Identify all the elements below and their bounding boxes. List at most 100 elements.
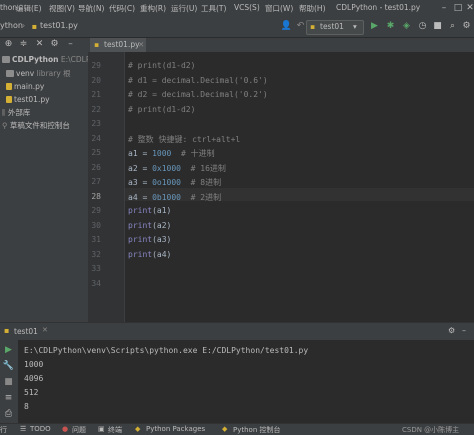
menu-edit[interactable]: 编辑(E) — [16, 3, 42, 14]
code-token: print — [128, 206, 153, 215]
code-line: print(a1) — [128, 206, 171, 215]
run-config-label: test01 — [320, 22, 344, 31]
stop-icon[interactable]: ■ — [2, 376, 15, 389]
close-tab-icon[interactable]: ✕ — [42, 326, 48, 334]
menu-refactor[interactable]: 重构(R) — [140, 3, 166, 14]
breadcrumb-file[interactable]: test01.py — [40, 21, 78, 30]
python-packages-toolwindow[interactable]: Python Packages — [146, 425, 205, 433]
code-token: print — [128, 221, 153, 230]
run-output[interactable]: E:\CDLPython\venv\Scripts\python.exe E:/… — [0, 340, 474, 424]
line-number: 29 — [91, 61, 101, 70]
code-line: # d2 = decimal.Decimal('0.2') — [128, 90, 268, 99]
window-title: CDLPython - test01.py — [336, 3, 421, 12]
line-number: 32 — [91, 250, 101, 259]
line-number: 22 — [91, 105, 101, 114]
output-line: 8 — [24, 402, 29, 411]
close-panel-icon[interactable]: ✕ — [33, 38, 46, 51]
line-number: 20 — [91, 76, 101, 85]
line-number: 29 — [91, 206, 101, 215]
menu-view[interactable]: 视图(V) — [49, 3, 75, 14]
menu-tools[interactable]: 工具(T) — [201, 3, 226, 14]
code-line: # print(d1-d2) — [128, 105, 196, 114]
coverage-icon[interactable]: ◈ — [400, 20, 413, 33]
menu-window[interactable]: 窗口(W) — [265, 3, 293, 14]
stop-icon[interactable]: ■ — [431, 20, 444, 33]
code-line: # d1 = decimal.Decimal('0.6') — [128, 76, 268, 85]
todo-toolwindow[interactable]: TODO — [30, 425, 51, 433]
wrench-icon[interactable]: 🔧 — [2, 360, 15, 373]
profile-icon[interactable]: ◷ — [416, 20, 429, 33]
menu-code[interactable]: 代码(C) — [109, 3, 135, 14]
run-icon[interactable]: ▶ — [368, 20, 381, 33]
minimize-panel-icon[interactable]: – — [462, 326, 466, 335]
rerun-icon[interactable]: ▶ — [2, 344, 15, 357]
gear-icon[interactable]: ⚙ — [48, 38, 61, 51]
console-icon: ◆ — [222, 425, 228, 433]
tab-label: test01.py — [104, 40, 140, 49]
code-token: (a3) — [152, 235, 172, 244]
tree-venv[interactable]: venv library 根 — [6, 68, 71, 80]
packages-icon: ◆ — [135, 425, 141, 433]
output-line: 4096 — [24, 374, 44, 383]
code-line: a1 = 1000 # 十进制 — [128, 148, 215, 159]
python-file-icon — [6, 96, 12, 103]
close-tab-icon[interactable]: ✕ — [138, 40, 144, 49]
run-config-select[interactable]: ▪ test01 ▾ — [306, 20, 364, 35]
menu-file[interactable]: thon — [0, 3, 17, 12]
debug-icon[interactable]: ✱ — [384, 20, 397, 33]
code-token: (a4) — [152, 250, 172, 259]
run-tab-label[interactable]: test01 — [14, 327, 38, 336]
minimize-panel-icon[interactable]: – — [64, 38, 77, 51]
search-icon[interactable]: ⌕ — [446, 20, 459, 33]
venv-tag: library 根 — [36, 69, 71, 78]
file-main-label: main.py — [14, 82, 45, 91]
line-number: 24 — [91, 134, 101, 143]
close-icon[interactable]: ✕ — [464, 2, 474, 14]
folder-icon — [6, 70, 14, 77]
code-token: print — [128, 250, 153, 259]
toolbar: ython › ▪ test01.py 👤 ↶ ▪ test01 ▾ ▶ ✱ ◈… — [0, 17, 474, 38]
project-toolbar: ⊕ ≑ ✕ ⚙ – — [0, 38, 88, 52]
collapse-icon[interactable]: ≑ — [17, 38, 30, 51]
maximize-icon[interactable]: □ — [452, 2, 464, 14]
line-number: 23 — [91, 119, 101, 128]
menu-navigate[interactable]: 导航(N) — [78, 3, 104, 14]
code-token: a3 = — [128, 178, 153, 187]
menu-help[interactable]: 帮助(H) — [299, 3, 326, 14]
line-number-current: 28 — [91, 192, 101, 201]
tree-scratches[interactable]: ⚲ 草稿文件和控制台 — [2, 120, 70, 132]
code-line: a2 = 0x1000 # 16进制 — [128, 163, 226, 174]
code-token: print — [128, 235, 153, 244]
code-line: # 整数 快捷键: ctrl+alt+l — [128, 135, 241, 144]
line-number: 25 — [91, 148, 101, 157]
tree-external-libs[interactable]: ⫼ 外部库 — [2, 107, 30, 119]
code-editor[interactable]: # print(d1-d2) # d1 = decimal.Decimal('0… — [125, 52, 474, 322]
print-icon[interactable]: ⎙ — [2, 408, 15, 421]
list-icon: ☰ — [20, 425, 27, 433]
scroll-lock-icon[interactable]: ≡ — [2, 392, 15, 405]
code-line: # print(d1-d2) — [128, 61, 196, 70]
tree-file-test01[interactable]: test01.py — [6, 94, 50, 106]
minimize-icon[interactable]: – — [438, 2, 450, 14]
locate-icon[interactable]: ⊕ — [2, 38, 15, 51]
code-line: print(a2) — [128, 221, 171, 230]
settings-icon[interactable]: ⚙ — [460, 20, 473, 33]
project-tree: CDLPython E:\CDLPython venv library 根 ma… — [0, 52, 112, 322]
terminal-icon: ▣ — [98, 425, 105, 433]
code-token: 1000 — [152, 149, 172, 158]
menu-vcs[interactable]: VCS(S) — [234, 3, 260, 12]
line-gutter: 29 20 21 22 23 24 25 26 27 28 29 30 31 3… — [88, 52, 125, 322]
breadcrumb-project[interactable]: ython — [0, 21, 23, 30]
gear-icon[interactable]: ⚙ — [448, 326, 455, 335]
tree-file-main[interactable]: main.py — [6, 81, 44, 93]
scratch-icon: ⚲ — [2, 121, 8, 130]
menu-run[interactable]: 运行(U) — [171, 3, 197, 14]
user-icon[interactable]: 👤 — [280, 20, 293, 33]
external-libs-label: 外部库 — [7, 108, 31, 117]
code-token: # 16进制 — [181, 164, 226, 173]
problems-icon: ● — [62, 425, 69, 433]
root-name: CDLPython — [12, 55, 59, 64]
chevron-down-icon: ▾ — [353, 22, 357, 31]
scratches-label: 草稿文件和控制台 — [9, 121, 70, 130]
code-token: 0x1000 — [152, 164, 181, 173]
